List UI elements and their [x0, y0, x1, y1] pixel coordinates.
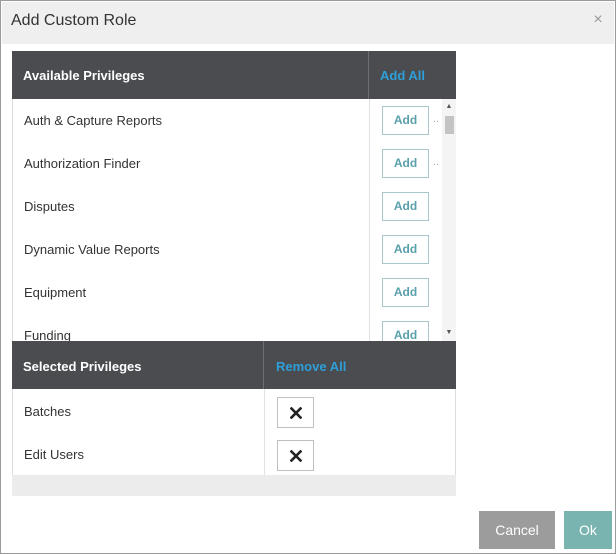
- add-button[interactable]: Add: [382, 106, 429, 135]
- privilege-label: Auth & Capture Reports: [24, 113, 163, 128]
- privilege-label: Funding: [24, 328, 71, 341]
- privilege-label: Disputes: [24, 199, 75, 214]
- list-item: Disputes Add: [13, 185, 441, 228]
- list-item: Dynamic Value Reports Add: [13, 228, 441, 271]
- add-button[interactable]: Add: [382, 278, 429, 307]
- privilege-label: Dynamic Value Reports: [24, 242, 160, 257]
- truncation-dots: ..: [433, 156, 440, 168]
- dialog-title: Add Custom Role: [11, 12, 137, 29]
- list-item: Funding Add: [13, 314, 441, 341]
- add-button[interactable]: Add: [382, 192, 429, 221]
- dialog-header: Add Custom Role ×: [2, 2, 614, 44]
- list-item: Batches: [13, 389, 457, 432]
- selected-list-footer: [12, 475, 456, 496]
- header-divider: [368, 51, 369, 99]
- privilege-label: Edit Users: [24, 447, 84, 462]
- vertical-scrollbar[interactable]: ▲ ▼: [442, 99, 456, 341]
- add-custom-role-dialog: Add Custom Role × Available Privileges A…: [0, 0, 616, 554]
- list-item: Equipment Add: [13, 271, 441, 314]
- ok-button[interactable]: Ok: [564, 511, 612, 549]
- available-privileges-title: Available Privileges: [23, 68, 145, 83]
- add-button[interactable]: Add: [382, 321, 429, 341]
- list-item: Auth & Capture Reports Add ..: [13, 99, 441, 142]
- selected-privileges-list: Batches Edit Users: [12, 389, 456, 475]
- list-item: Edit Users: [13, 432, 457, 475]
- truncation-dots: ..: [433, 113, 440, 125]
- available-privileges-header: Available Privileges Add All: [12, 51, 456, 99]
- x-icon: [289, 449, 302, 463]
- selected-privileges-header: Selected Privileges Remove All: [12, 341, 456, 389]
- privilege-label: Batches: [24, 404, 71, 419]
- add-all-link[interactable]: Add All: [380, 68, 425, 83]
- x-icon: [289, 406, 302, 420]
- selected-privileges-title: Selected Privileges: [23, 359, 142, 374]
- privilege-label: Equipment: [24, 285, 87, 300]
- remove-button[interactable]: [277, 397, 314, 428]
- list-item: Authorization Finder Add ..: [13, 142, 441, 185]
- close-icon[interactable]: ×: [589, 10, 607, 30]
- caret-down-icon[interactable]: ▼: [442, 327, 456, 339]
- remove-button[interactable]: [277, 440, 314, 471]
- scroll-thumb[interactable]: [445, 116, 454, 134]
- privilege-label: Authorization Finder: [24, 156, 141, 171]
- cancel-button[interactable]: Cancel: [479, 511, 555, 549]
- add-button[interactable]: Add: [382, 149, 429, 178]
- add-button[interactable]: Add: [382, 235, 429, 264]
- caret-up-icon[interactable]: ▲: [442, 101, 456, 113]
- remove-all-link[interactable]: Remove All: [276, 359, 346, 374]
- header-divider: [263, 341, 264, 389]
- available-privileges-list[interactable]: Auth & Capture Reports Add .. Authorizat…: [12, 99, 456, 341]
